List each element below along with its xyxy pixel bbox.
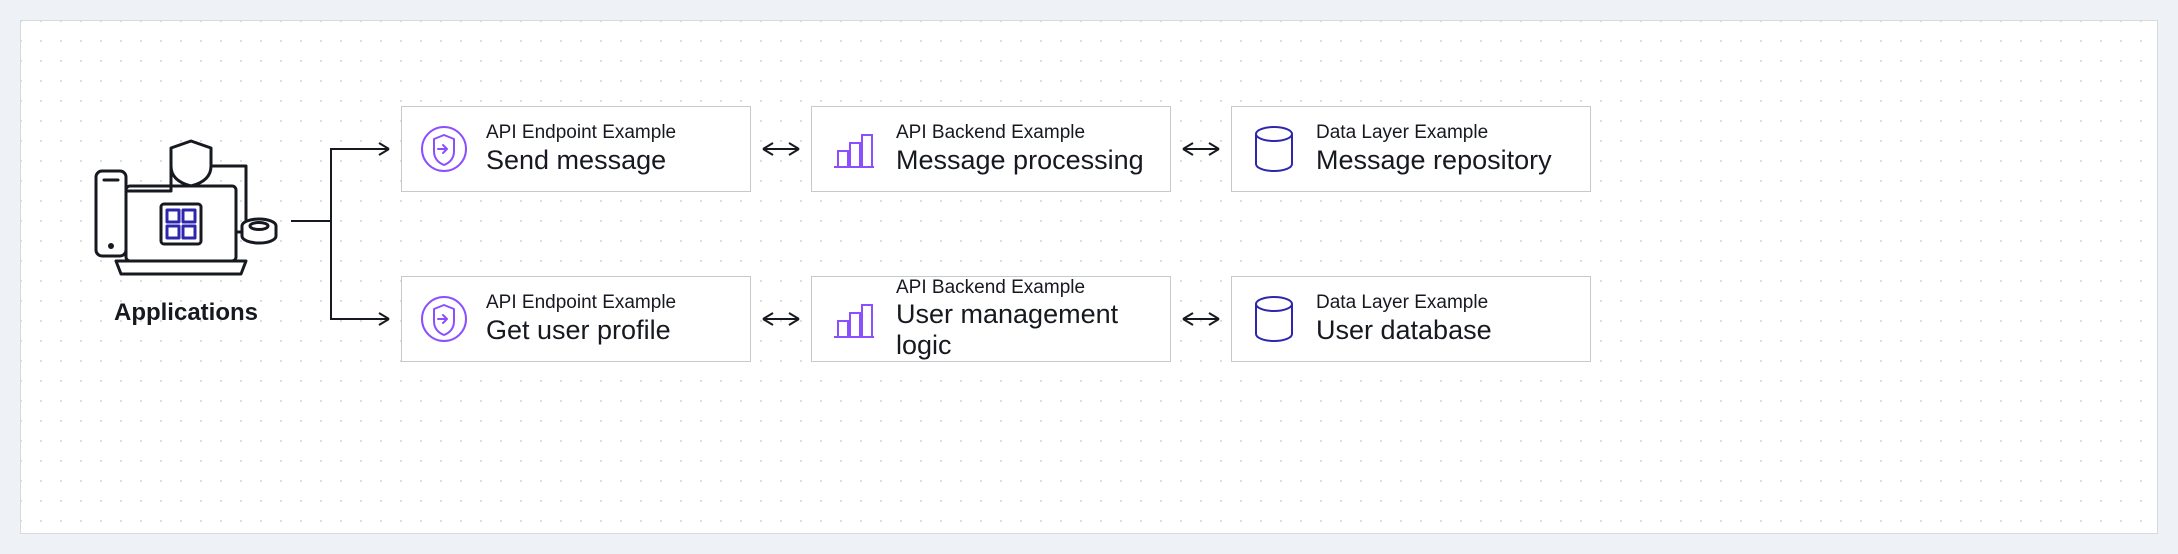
- connectors: [21, 21, 2159, 535]
- architecture-diagram: Applications API Endpoint Example Send m…: [20, 20, 2158, 534]
